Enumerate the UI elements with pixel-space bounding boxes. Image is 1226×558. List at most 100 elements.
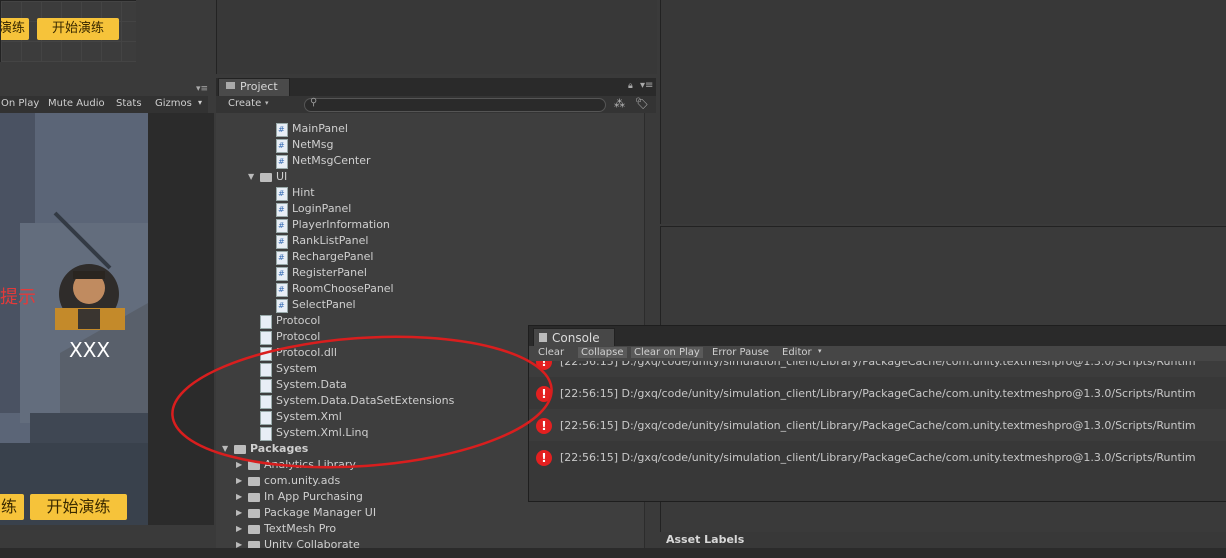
console-clear-on-play-toggle[interactable]: Clear on Play xyxy=(631,347,703,358)
log-message: [22:56:15] D:/gxq/code/unity/simulation_… xyxy=(560,387,1196,400)
start-practice-button[interactable]: 开始演练 xyxy=(30,494,127,520)
folder-icon xyxy=(248,493,260,502)
gizmos-chevron-icon[interactable]: ▾ xyxy=(198,98,202,107)
tree-item-label: MainPanel xyxy=(292,122,348,135)
game-tab-strip xyxy=(0,62,216,80)
folder-icon xyxy=(248,461,260,470)
csharp-script-icon xyxy=(276,186,288,202)
player-name-label: XXX xyxy=(69,338,111,362)
practice-button[interactable]: 练 xyxy=(0,494,24,520)
console-clear-button[interactable]: Clear xyxy=(535,347,567,358)
collapse-arrow-icon[interactable]: ▶ xyxy=(236,473,242,489)
tree-item-label: LoginPanel xyxy=(292,202,352,215)
tree-item-label: RegisterPanel xyxy=(292,266,367,279)
console-tab-bar xyxy=(529,326,1226,346)
tree-item-label: PlayerInformation xyxy=(292,218,390,231)
tab-console[interactable]: Console xyxy=(533,328,615,347)
console-error-pause-toggle[interactable]: Error Pause xyxy=(709,347,772,358)
csharp-script-icon xyxy=(276,266,288,282)
mute-audio-toggle[interactable]: Mute Audio xyxy=(48,98,105,109)
console-log-entry[interactable]: ! [22:56:15] D:/gxq/code/unity/simulation… xyxy=(529,377,1226,409)
project-toolbar: Create ▾ ⚲ ⁂ 🏷︎ xyxy=(216,96,656,114)
csharp-script-icon xyxy=(276,122,288,138)
filter-by-type-icon[interactable]: ⁂ xyxy=(614,97,625,110)
console-log-entry[interactable]: ! [22:56:15] D:/gxq/code/unity/simulation… xyxy=(529,361,1226,377)
game-view[interactable]: 提示 XXX 练 开始演练 xyxy=(0,113,148,525)
tree-item-label: System.Data.DataSetExtensions xyxy=(276,394,455,407)
package-label: In App Purchasing xyxy=(264,490,363,503)
tree-item-label: SelectPanel xyxy=(292,298,356,311)
package-label: Analytics Library xyxy=(264,458,356,471)
folder-icon xyxy=(260,173,272,182)
mini-start-practice-button[interactable]: 开始演练 xyxy=(37,18,119,40)
hierarchy-panel-lower xyxy=(216,0,657,74)
hint-text: 提示 xyxy=(0,287,36,308)
mini-practice-button[interactable]: 演练 xyxy=(1,18,29,40)
folder-icon xyxy=(248,525,260,534)
mini-game-view: 演练 开始演练 xyxy=(0,0,138,64)
collapse-arrow-icon[interactable]: ▶ xyxy=(236,489,242,505)
tab-project[interactable]: Project xyxy=(218,78,290,97)
lock-icon[interactable]: 🔒︎ xyxy=(628,81,633,91)
expand-arrow-icon[interactable]: ▼ xyxy=(248,169,254,185)
console-window: Console Clear Collapse Clear on Play Err… xyxy=(528,325,1226,502)
csharp-script-icon xyxy=(276,202,288,218)
gizmos-dropdown[interactable]: Gizmos xyxy=(155,98,192,109)
create-chevron-icon[interactable]: ▾ xyxy=(265,99,269,107)
log-message: [22:56:15] D:/gxq/code/unity/simulation_… xyxy=(560,451,1196,464)
folder-icon xyxy=(234,445,246,454)
tree-item-label: RoomChoosePanel xyxy=(292,282,394,295)
tree-item-label: Protocol.dll xyxy=(276,346,337,359)
panel-menu-icon[interactable]: ▾≡ xyxy=(196,84,208,94)
scene-view-panel xyxy=(660,0,1226,224)
panel-options-icon[interactable]: ▾≡ xyxy=(640,80,653,91)
file-icon xyxy=(260,427,272,441)
tree-item-label: System.Xml.Linq xyxy=(276,426,369,439)
stats-toggle[interactable]: Stats xyxy=(116,98,142,109)
scene-panel-remainder xyxy=(136,0,216,62)
file-icon xyxy=(260,315,272,329)
console-log-entry[interactable]: ! [22:56:15] D:/gxq/code/unity/simulation… xyxy=(529,441,1226,473)
error-icon: ! xyxy=(536,450,552,466)
console-log-list: ! [22:56:15] D:/gxq/code/unity/simulation… xyxy=(529,361,1226,501)
search-input[interactable]: ⚲ xyxy=(304,97,606,112)
packages-label: Packages xyxy=(250,442,309,455)
tree-item-label: System xyxy=(276,362,318,375)
error-icon: ! xyxy=(536,418,552,434)
tree-item-label: System.Data xyxy=(276,378,347,391)
tree-item-label: Protocol xyxy=(276,330,321,343)
tree-item-label: Hint xyxy=(292,186,315,199)
console-editor-dropdown[interactable]: Editor xyxy=(779,347,815,358)
tree-item-label: NetMsg xyxy=(292,138,334,151)
log-message: [22:56:15] D:/gxq/code/unity/simulation_… xyxy=(560,361,1196,368)
tab-project-label: Project xyxy=(240,80,278,93)
csharp-script-icon xyxy=(276,138,288,154)
asset-labels-label: Asset Labels xyxy=(666,533,745,546)
csharp-script-icon xyxy=(276,250,288,266)
expand-arrow-icon[interactable]: ▼ xyxy=(222,441,228,457)
maximize-on-play-toggle[interactable]: On Play xyxy=(1,98,39,109)
csharp-script-icon xyxy=(276,154,288,170)
folder-icon xyxy=(248,477,260,486)
console-collapse-toggle[interactable]: Collapse xyxy=(578,347,627,358)
tree-item-label: NetMsgCenter xyxy=(292,154,371,167)
file-icon xyxy=(260,331,272,345)
inspector-panel xyxy=(660,226,1226,327)
search-icon: ⚲ xyxy=(310,97,318,108)
file-icon xyxy=(260,379,272,393)
file-icon xyxy=(260,347,272,361)
tree-item-label: UI xyxy=(276,170,288,183)
console-log-entry[interactable]: ! [22:56:15] D:/gxq/code/unity/simulation… xyxy=(529,409,1226,441)
collapse-arrow-icon[interactable]: ▶ xyxy=(236,505,242,521)
package-label: TextMesh Pro xyxy=(264,522,337,535)
file-icon xyxy=(260,363,272,377)
package-label: Package Manager UI xyxy=(264,506,377,519)
editor-chevron-icon[interactable]: ▾ xyxy=(815,347,825,355)
folder-icon xyxy=(226,82,235,89)
error-icon: ! xyxy=(536,386,552,402)
collapse-arrow-icon[interactable]: ▶ xyxy=(236,521,242,537)
package-label: com.unity.ads xyxy=(264,474,341,487)
filter-by-label-icon[interactable]: 🏷︎ xyxy=(635,97,649,110)
collapse-arrow-icon[interactable]: ▶ xyxy=(236,457,242,473)
create-dropdown[interactable]: Create xyxy=(228,98,261,109)
